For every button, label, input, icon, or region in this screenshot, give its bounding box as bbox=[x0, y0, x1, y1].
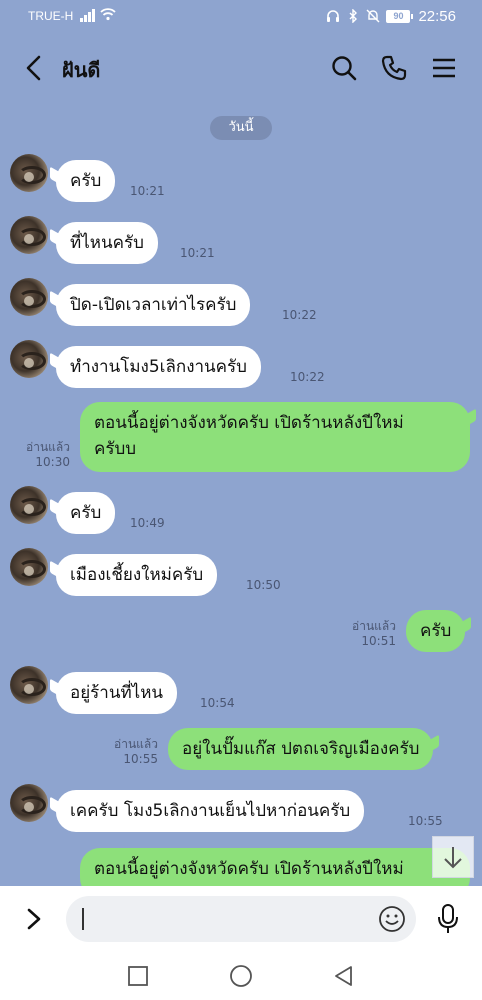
message-meta: อ่านแล้ว 10:30 bbox=[14, 440, 70, 470]
microphone-icon[interactable] bbox=[436, 903, 460, 935]
read-receipt: อ่านแล้ว bbox=[352, 619, 396, 633]
message-bubble-incoming[interactable]: อยู่ร้านที่ไหน bbox=[56, 672, 178, 714]
emoji-icon[interactable] bbox=[378, 905, 406, 933]
read-receipt: อ่านแล้ว bbox=[26, 440, 70, 454]
avatar[interactable] bbox=[10, 278, 48, 316]
avatar[interactable] bbox=[10, 548, 48, 586]
message-bubble-incoming[interactable]: ที่ไหนครับ bbox=[56, 222, 158, 264]
message-bubble-incoming[interactable]: เคครับ โมง5เลิกงานเย็นไปหาก่อนครับ bbox=[56, 790, 365, 832]
message-time: 10:50 bbox=[246, 578, 281, 592]
text-caret bbox=[82, 908, 84, 930]
avatar[interactable] bbox=[10, 784, 48, 822]
menu-icon[interactable] bbox=[430, 54, 458, 82]
message-time: 10:30 bbox=[35, 455, 70, 469]
read-receipt: อ่านแล้ว bbox=[114, 737, 158, 751]
message-meta: อ่านแล้ว 10:51 bbox=[340, 619, 396, 649]
message-bubble-incoming[interactable]: เมืองเชี้ยงใหม่ครับ bbox=[56, 554, 218, 596]
home-icon[interactable] bbox=[229, 964, 253, 988]
phone-icon[interactable] bbox=[380, 54, 408, 82]
scroll-down-button[interactable] bbox=[432, 836, 474, 878]
message-bubble-incoming[interactable]: ครับ bbox=[56, 492, 116, 534]
avatar[interactable] bbox=[10, 340, 48, 378]
back-nav-icon[interactable] bbox=[332, 964, 356, 988]
message-bubble-outgoing[interactable]: ครับ bbox=[406, 610, 466, 652]
message-time: 10:22 bbox=[282, 308, 317, 322]
search-icon[interactable] bbox=[330, 54, 358, 82]
bluetooth-icon bbox=[349, 9, 358, 23]
system-nav-bar bbox=[0, 952, 482, 1000]
message-time: 10:49 bbox=[130, 516, 165, 530]
avatar[interactable] bbox=[10, 666, 48, 704]
message-time: 10:55 bbox=[123, 752, 158, 766]
expand-chevron-icon[interactable] bbox=[24, 906, 44, 932]
mute-bell-icon bbox=[366, 9, 380, 23]
message-time: 10:22 bbox=[290, 370, 325, 384]
wifi-icon bbox=[100, 8, 116, 21]
message-time: 10:21 bbox=[130, 184, 165, 198]
chat-header: ฝันดี bbox=[0, 32, 482, 104]
message-time: 10:54 bbox=[200, 696, 235, 710]
carrier-label: TRUE-H bbox=[28, 9, 74, 23]
avatar[interactable] bbox=[10, 216, 48, 254]
chat-title: ฝันดี bbox=[62, 58, 101, 82]
avatar[interactable] bbox=[10, 486, 48, 524]
arrow-down-icon bbox=[444, 847, 462, 869]
status-bar: TRUE-H 90 22:56 bbox=[0, 0, 482, 32]
message-bubble-incoming[interactable]: ทำงานโมง5เลิกงานครับ bbox=[56, 346, 261, 388]
battery-icon: 90 bbox=[386, 9, 414, 23]
message-time: 10:21 bbox=[180, 246, 215, 260]
input-bar bbox=[0, 886, 482, 952]
message-bubble-incoming[interactable]: ปิด-เปิดเวลาเท่าไรครับ bbox=[56, 284, 251, 326]
message-bubble-outgoing[interactable]: อยู่ในปั๊มแก๊ส ปตถเจริญเมืองครับ bbox=[168, 728, 434, 770]
signal-icon bbox=[80, 9, 96, 22]
message-text-line: ครับบ bbox=[94, 439, 137, 459]
message-bubble-outgoing[interactable]: ตอนนี้อยู่ต่างจังหวัดครับ เปิดร้านหลังปี… bbox=[80, 402, 470, 472]
message-input[interactable] bbox=[66, 896, 416, 942]
status-time: 22:56 bbox=[418, 7, 456, 25]
date-chip: วันนี้ bbox=[210, 116, 272, 140]
headset-icon bbox=[327, 10, 340, 22]
avatar[interactable] bbox=[10, 154, 48, 192]
recent-apps-icon[interactable] bbox=[126, 964, 150, 988]
message-text-line: ตอนนี้อยู่ต่างจังหวัดครับ เปิดร้านหลังปี… bbox=[94, 413, 404, 433]
message-time: 10:51 bbox=[361, 634, 396, 648]
message-bubble-incoming[interactable]: ครับ bbox=[56, 160, 116, 202]
message-time: 10:55 bbox=[408, 814, 443, 828]
back-button[interactable] bbox=[22, 54, 48, 82]
message-meta: อ่านแล้ว 10:55 bbox=[102, 737, 158, 767]
